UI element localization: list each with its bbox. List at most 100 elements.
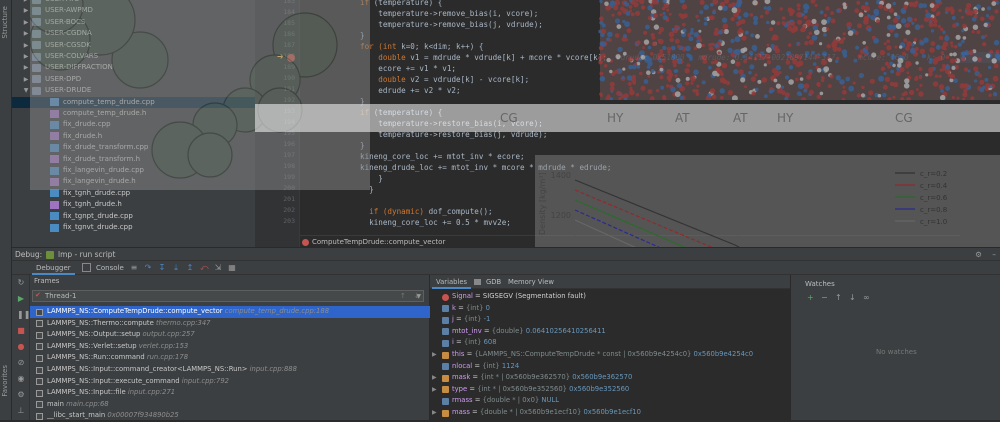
stack-frame[interactable]: LAMMPS_NS::Thermo::compute thermo.cpp:34… bbox=[30, 318, 430, 330]
line-number: 202 bbox=[283, 206, 295, 214]
add-watch-icon[interactable]: + bbox=[807, 293, 814, 302]
structure-tab[interactable]: Structure bbox=[1, 6, 9, 39]
settings-gear-icon[interactable]: ⚙ bbox=[975, 248, 982, 262]
tab-variables[interactable]: Variables bbox=[432, 275, 472, 289]
frame-icon bbox=[36, 354, 43, 362]
variable-row[interactable]: Signal = SIGSEGV (Segmentation fault) bbox=[430, 291, 790, 303]
tree-item[interactable]: fix_tgnvt_drude.cpp bbox=[12, 222, 255, 233]
frame-icon bbox=[36, 389, 43, 397]
variable-text: this = {LAMMPS_NS::ComputeTempDrude * co… bbox=[452, 349, 753, 361]
run-to-cursor-icon[interactable]: ⇲ bbox=[214, 264, 222, 272]
variable-value: 0x560b9e1ecf10 bbox=[583, 408, 641, 416]
favorites-tab[interactable]: Favorites bbox=[1, 365, 9, 397]
debug-toolbar: Debugger Console ≡ ↷ ↧ ⤓ ↥ ⤺ ⇲ ▦ bbox=[12, 261, 1000, 275]
pin-icon[interactable]: ⊥ bbox=[17, 407, 25, 415]
link-icon[interactable]: ∞ bbox=[863, 293, 870, 302]
chevron-right-icon[interactable]: ▶ bbox=[22, 17, 30, 28]
variable-name: this bbox=[452, 350, 465, 358]
variable-name: mask bbox=[452, 373, 471, 382]
frame-location: input.cpp:792 bbox=[181, 376, 230, 385]
stack-frame[interactable]: main main.cpp:68 bbox=[30, 399, 430, 411]
force-step-into-icon[interactable]: ⤓ bbox=[172, 264, 180, 272]
stack-frame[interactable]: LAMMPS_NS::Input::command_creator<LAMMPS… bbox=[30, 364, 430, 376]
drop-frame-icon[interactable]: ⤺ bbox=[200, 264, 209, 272]
variable-type: {int} bbox=[465, 303, 486, 312]
chevron-right-icon[interactable]: ▶ bbox=[22, 5, 30, 16]
move-down-icon[interactable]: ↓ bbox=[849, 293, 856, 302]
evaluate-icon[interactable]: ▦ bbox=[228, 264, 236, 272]
tab-debugger[interactable]: Debugger bbox=[32, 261, 75, 275]
code-line: if (dynamic) dof_compute(); bbox=[360, 206, 492, 217]
chevron-right-icon[interactable]: ▶ bbox=[22, 74, 30, 85]
stack-frame[interactable]: __libc_start_main 0x00007f934890b25 bbox=[30, 410, 430, 422]
step-into-icon[interactable]: ↧ bbox=[158, 264, 166, 272]
variable-row[interactable]: ▶ type = {int * | 0x560b9e352560} 0x560b9… bbox=[430, 384, 790, 396]
run-config-tab[interactable]: lmp - run script bbox=[58, 248, 116, 262]
step-out-icon[interactable]: ↥ bbox=[186, 264, 194, 272]
tab-console[interactable]: Console bbox=[92, 261, 128, 275]
settings-icon[interactable]: ⚙ bbox=[17, 391, 25, 399]
move-up-icon[interactable]: ↑ bbox=[835, 293, 842, 302]
chevron-right-icon[interactable]: ▶ bbox=[432, 384, 437, 396]
chevron-down-icon[interactable]: ▼ bbox=[22, 85, 30, 96]
variable-row[interactable]: i = {int} 608 bbox=[430, 337, 790, 349]
menu-icon[interactable]: ≡ bbox=[130, 264, 138, 272]
variable-row[interactable]: k = {int} 0 bbox=[430, 303, 790, 315]
variable-value: 0x560b9e4254c0 bbox=[693, 350, 754, 358]
chevron-right-icon[interactable]: ▶ bbox=[22, 51, 30, 62]
variable-type: {int * | 0x560b9e352560} bbox=[477, 384, 570, 393]
stack-frame[interactable]: LAMMPS_NS::Input::file input.cpp:271 bbox=[30, 387, 430, 399]
variable-row[interactable]: ▶ this = {LAMMPS_NS::ComputeTempDrude * c… bbox=[430, 349, 790, 361]
frame-function: LAMMPS_NS::Run::command bbox=[47, 353, 145, 362]
tree-item[interactable]: fix_tgnpt_drude.cpp bbox=[12, 211, 255, 222]
variable-eq: = bbox=[470, 373, 481, 382]
stack-frame[interactable]: LAMMPS_NS::Input::execute_command input.… bbox=[30, 376, 430, 388]
variable-value: SIGSEGV (Segmentation fault) bbox=[482, 292, 586, 300]
chevron-right-icon[interactable]: ▶ bbox=[432, 349, 437, 361]
frame-up-icon[interactable]: ↑ bbox=[400, 292, 406, 300]
hide-panel-icon[interactable]: – bbox=[992, 248, 996, 262]
stack-frame[interactable]: LAMMPS_NS::Output::setup output.cpp:257 bbox=[30, 329, 430, 341]
camera-icon[interactable]: ◉ bbox=[17, 375, 25, 383]
chevron-right-icon[interactable]: ▶ bbox=[432, 372, 437, 384]
variable-row[interactable]: j = {int} -1 bbox=[430, 314, 790, 326]
line-number: 201 bbox=[283, 195, 295, 203]
variable-row[interactable]: mtot_inv = {double} 0.06410256410256411 bbox=[430, 326, 790, 338]
stack-frame[interactable]: LAMMPS_NS::ComputeTempDrude::compute_vec… bbox=[30, 306, 430, 318]
object-icon bbox=[442, 386, 449, 394]
frame-icon bbox=[36, 378, 43, 386]
chevron-right-icon[interactable]: ▶ bbox=[432, 407, 437, 419]
rerun-icon[interactable]: ↻ bbox=[17, 279, 25, 287]
variable-type: {double * | 0x560b9e1ecf10} bbox=[479, 408, 584, 416]
tab-memory-view[interactable]: Memory View bbox=[504, 275, 558, 289]
frame-icon bbox=[36, 331, 43, 339]
thread-selector[interactable]: ✔ Thread-1 ▼ bbox=[32, 290, 424, 302]
variable-row[interactable]: rmass = {double * | 0x0} NULL bbox=[430, 395, 790, 407]
tab-gdb[interactable]: GDB bbox=[482, 275, 505, 289]
step-over-icon[interactable]: ↷ bbox=[144, 264, 152, 272]
resume-icon[interactable]: ▶ bbox=[17, 295, 25, 303]
view-breakpoints-icon[interactable]: ● bbox=[17, 343, 25, 351]
frame-location: thermo.cpp:347 bbox=[155, 318, 211, 327]
chevron-right-icon[interactable]: ▶ bbox=[22, 28, 30, 39]
frame-function: main bbox=[47, 399, 64, 408]
chevron-right-icon[interactable]: ▶ bbox=[22, 40, 30, 51]
remove-watch-icon[interactable]: − bbox=[821, 293, 828, 302]
stack-frame[interactable]: LAMMPS_NS::Run::command run.cpp:178 bbox=[30, 352, 430, 364]
frame-icon bbox=[36, 412, 43, 420]
tree-item-label: fix_tgnh_drude.h bbox=[63, 200, 122, 209]
tree-item-label: fix_tgnpt_drude.cpp bbox=[63, 211, 133, 220]
frame-down-icon[interactable]: ↓ bbox=[414, 292, 420, 300]
stop-icon[interactable]: ■ bbox=[17, 327, 25, 335]
mute-breakpoints-icon[interactable]: ⊘ bbox=[17, 359, 25, 367]
variable-row[interactable]: ▶ mask = {int * | 0x560b9e362570} 0x560b9… bbox=[430, 372, 790, 384]
drude-molecule-overlay bbox=[30, 0, 370, 190]
chevron-right-icon[interactable]: ▶ bbox=[22, 62, 30, 73]
variable-row[interactable]: nlocal = {int} 1124 bbox=[430, 361, 790, 373]
variable-row[interactable]: ▶ mass = {double * | 0x560b9e1ecf10} 0x56… bbox=[430, 407, 790, 419]
pause-icon[interactable]: ❚❚ bbox=[17, 311, 30, 319]
stack-frame[interactable]: LAMMPS_NS::Verlet::setup verlet.cpp:153 bbox=[30, 341, 430, 353]
variable-eq: = bbox=[469, 408, 480, 416]
variable-name: rmass bbox=[452, 396, 473, 405]
tree-item[interactable]: fix_tgnh_drude.h bbox=[12, 199, 255, 210]
